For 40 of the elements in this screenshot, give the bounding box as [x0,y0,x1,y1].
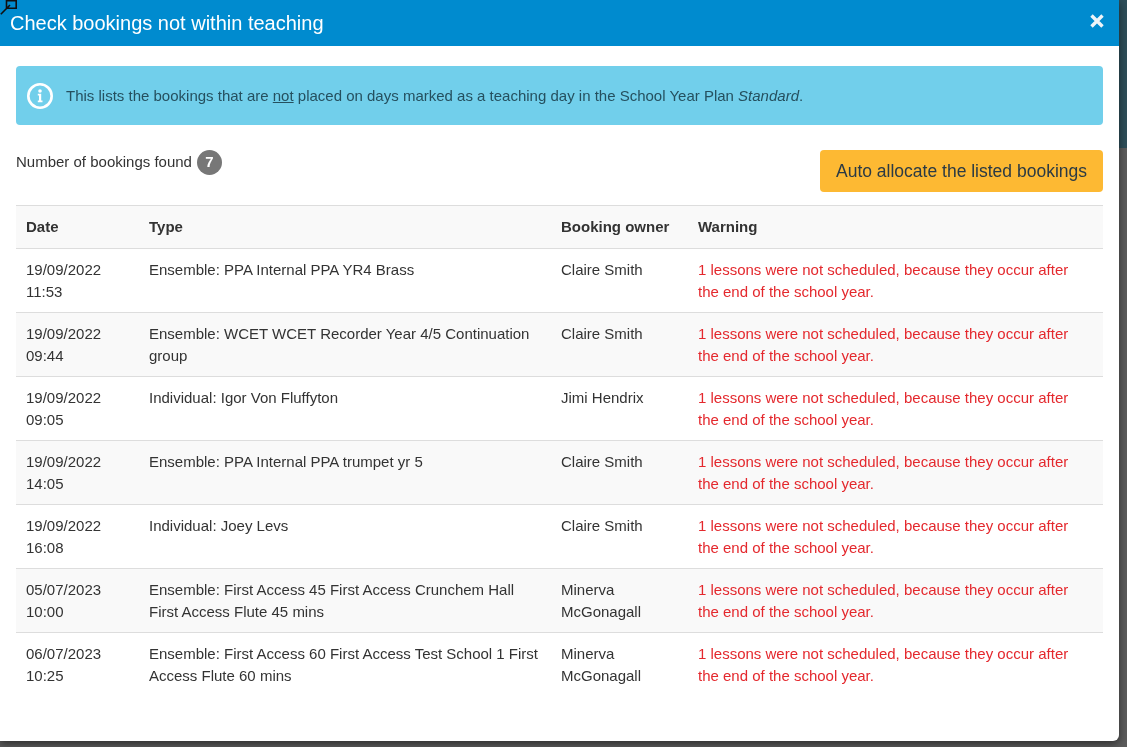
table-cell: Claire Smith [551,440,688,505]
info-text: This lists the bookings that are not placed on days marked as a teaching day in the School Year Plan Standard. [66,85,804,106]
warning-cell: 1 lessons were not scheduled, because they occur after the end of the school year. [688,312,1103,377]
info-icon [27,82,53,109]
table-cell: Minerva McGonagall [551,568,688,633]
table-cell: 19/09/2022 09:05 [16,376,139,441]
table-cell: 19/09/2022 16:08 [16,504,139,569]
table-cell: Jimi Hendrix [551,376,688,441]
warning-cell: 1 lessons were not scheduled, because they occur after the end of the school year. [688,376,1103,441]
auto-allocate-button[interactable]: Auto allocate the listed bookings [820,150,1103,192]
table-cell: 19/09/2022 14:05 [16,440,139,505]
close-button[interactable] [1088,12,1106,30]
warning-cell: 1 lessons were not scheduled, because they occur after the end of the school year. [688,248,1103,313]
column-header: Type [139,205,551,249]
table-cell: Ensemble: PPA Internal PPA trumpet yr 5 [139,440,551,505]
dialog-title: Check bookings not within teaching [10,11,324,35]
table-cell: Minerva McGonagall [551,632,688,696]
close-icon [1090,14,1104,28]
table-cell: Individual: Igor Von Fluffyton [139,376,551,441]
table-cell: 06/07/2023 10:25 [16,632,139,696]
column-header: Date [16,205,139,249]
table-cell: 19/09/2022 09:44 [16,312,139,377]
column-header: Warning [688,205,1103,249]
table-cell: Ensemble: First Access 60 First Access Test School 1 First Access Flute 60 mins [139,632,551,696]
warning-cell: 1 lessons were not scheduled, because they occur after the end of the school year. [688,632,1103,696]
table-cell: 19/09/2022 11:53 [16,248,139,313]
table-cell: 05/07/2023 10:00 [16,568,139,633]
table-cell: Ensemble: First Access 45 First Access Crunchem Hall First Access Flute 45 mins [139,568,551,633]
table-cell: Claire Smith [551,312,688,377]
warning-cell: 1 lessons were not scheduled, because they occur after the end of the school year. [688,440,1103,505]
column-header: Booking owner [551,205,688,249]
table-cell: Claire Smith [551,248,688,313]
table-cell: Ensemble: WCET WCET Recorder Year 4/5 Continuation group [139,312,551,377]
warning-cell: 1 lessons were not scheduled, because they occur after the end of the school year. [688,504,1103,569]
count-badge: 7 [196,150,222,175]
bookings-found-label: Number of bookings found [16,152,192,173]
table-cell: Claire Smith [551,504,688,569]
table-cell: Ensemble: PPA Internal PPA YR4 Brass [139,248,551,313]
table-cell: Individual: Joey Levs [139,504,551,569]
warning-cell: 1 lessons were not scheduled, because they occur after the end of the school year. [688,568,1103,633]
